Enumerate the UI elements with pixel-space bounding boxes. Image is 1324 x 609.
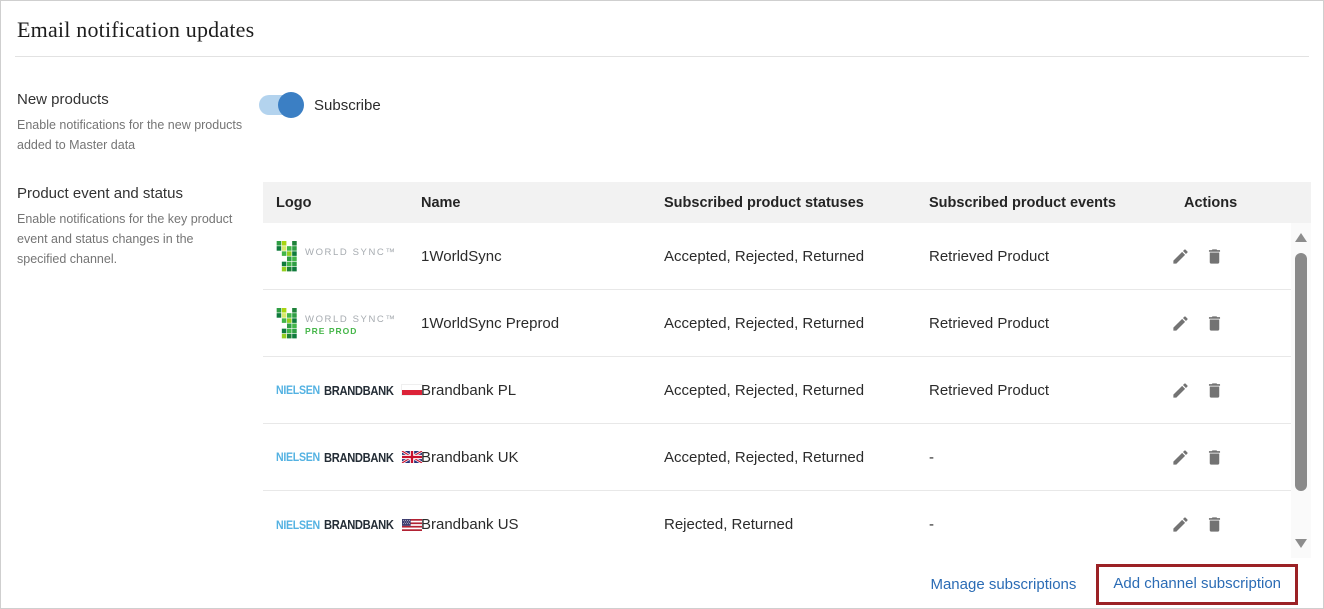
- scrollbar-thumb[interactable]: [1295, 253, 1307, 491]
- pencil-icon: [1171, 515, 1190, 534]
- section-description: Enable notifications for the key product…: [17, 209, 245, 269]
- section-heading: New products: [17, 91, 245, 108]
- edit-button[interactable]: [1171, 515, 1190, 534]
- pencil-icon: [1171, 381, 1190, 400]
- column-header-events: Subscribed product events: [916, 195, 1171, 211]
- actions-cell: [1171, 314, 1291, 333]
- section-product-event-status: Product event and status Enable notifica…: [17, 185, 245, 269]
- scroll-up-arrow-icon[interactable]: [1295, 233, 1307, 242]
- actions-cell: [1171, 515, 1291, 534]
- subscribed-events: -: [916, 516, 1171, 533]
- brandbank-logo-text: BRANDBANK: [324, 450, 394, 465]
- pencil-icon: [1171, 314, 1190, 333]
- channel-name: 1WorldSync: [408, 248, 651, 265]
- 1worldsync-logo-text: WORLD SYNC™: [305, 247, 397, 258]
- channel-name: Brandbank UK: [408, 449, 651, 466]
- pencil-icon: [1171, 247, 1190, 266]
- 1worldsync-logo-text: WORLD SYNC™: [305, 314, 397, 325]
- logo-cell: WORLD SYNC™ PRE PROD: [263, 308, 408, 339]
- edit-button[interactable]: [1171, 314, 1190, 333]
- channel-name: Brandbank US: [408, 516, 651, 533]
- nielsen-brandbank-logo: NIELSEN BRANDBANK: [276, 450, 423, 465]
- trash-icon: [1205, 314, 1224, 333]
- nielsen-brandbank-logo: NIELSEN BRANDBANK: [276, 517, 423, 532]
- subscribe-toggle[interactable]: [259, 95, 301, 115]
- actions-cell: [1171, 448, 1291, 467]
- table-row: WORLD SYNC™ PRE PROD 1WorldSync Preprod …: [263, 290, 1291, 357]
- 1worldsync-logo-sub: PRE PROD: [305, 326, 397, 336]
- manage-subscriptions-link[interactable]: Manage subscriptions: [930, 576, 1076, 593]
- subscribe-toggle-label: Subscribe: [314, 97, 381, 114]
- table-row: NIELSEN BRANDBANK Brandbank US Rejected,…: [263, 491, 1291, 558]
- logo-cell: WORLD SYNC™: [263, 241, 408, 272]
- table-row: NIELSEN BRANDBANK Brandbank UK Accepted,…: [263, 424, 1291, 491]
- channel-subscriptions-table: Logo Name Subscribed product statuses Su…: [263, 182, 1311, 558]
- add-channel-subscription-link[interactable]: Add channel subscription: [1113, 575, 1281, 592]
- subscribed-statuses: Accepted, Rejected, Returned: [651, 449, 916, 466]
- page-title: Email notification updates: [17, 17, 254, 43]
- logo-cell: NIELSEN BRANDBANK: [263, 517, 408, 532]
- column-header-actions: Actions: [1171, 195, 1311, 211]
- nielsen-logo-text: NIELSEN: [276, 383, 320, 397]
- 1worldsync-logo-text-wrap: WORLD SYNC™: [305, 241, 397, 258]
- trash-icon: [1205, 515, 1224, 534]
- delete-button[interactable]: [1205, 381, 1224, 400]
- actions-cell: [1171, 381, 1291, 400]
- delete-button[interactable]: [1205, 247, 1224, 266]
- edit-button[interactable]: [1171, 247, 1190, 266]
- delete-button[interactable]: [1205, 314, 1224, 333]
- column-header-name: Name: [408, 195, 651, 211]
- nielsen-logo-text: NIELSEN: [276, 450, 320, 464]
- brandbank-logo-text: BRANDBANK: [324, 383, 394, 398]
- table-footer-links: Manage subscriptions Add channel subscri…: [930, 564, 1298, 605]
- table-header: Logo Name Subscribed product statuses Su…: [263, 182, 1311, 223]
- table-row: NIELSEN BRANDBANK Brandbank PL Accepted,…: [263, 357, 1291, 424]
- logo-cell: NIELSEN BRANDBANK: [263, 450, 408, 465]
- title-divider: [15, 56, 1309, 57]
- column-header-logo: Logo: [263, 195, 408, 211]
- subscribed-events: -: [916, 449, 1171, 466]
- column-header-statuses: Subscribed product statuses: [651, 195, 916, 211]
- 1worldsync-logo: WORLD SYNC™: [276, 241, 397, 272]
- add-channel-subscription-highlight-box: Add channel subscription: [1096, 564, 1298, 605]
- subscribed-events: Retrieved Product: [916, 315, 1171, 332]
- section-heading: Product event and status: [17, 185, 245, 202]
- settings-sidebar: New products Enable notifications for th…: [17, 91, 245, 269]
- subscribed-events: Retrieved Product: [916, 382, 1171, 399]
- scroll-down-arrow-icon[interactable]: [1295, 539, 1307, 548]
- email-notification-settings-page: Email notification updates New products …: [0, 0, 1324, 609]
- 1worldsync-mosaic-icon: [276, 308, 298, 339]
- edit-button[interactable]: [1171, 448, 1190, 467]
- pencil-icon: [1171, 448, 1190, 467]
- brandbank-logo-text: BRANDBANK: [324, 517, 394, 532]
- actions-cell: [1171, 247, 1291, 266]
- trash-icon: [1205, 247, 1224, 266]
- 1worldsync-logo-text-wrap: WORLD SYNC™ PRE PROD: [305, 308, 397, 336]
- section-new-products: New products Enable notifications for th…: [17, 91, 245, 155]
- delete-button[interactable]: [1205, 448, 1224, 467]
- logo-cell: NIELSEN BRANDBANK: [263, 383, 408, 398]
- nielsen-brandbank-logo: NIELSEN BRANDBANK: [276, 383, 423, 398]
- subscribe-toggle-row: Subscribe: [259, 91, 381, 119]
- table-body-wrap: WORLD SYNC™ 1WorldSync Accepted, Rejecte…: [263, 223, 1311, 558]
- 1worldsync-preprod-logo: WORLD SYNC™ PRE PROD: [276, 308, 397, 339]
- toggle-knob: [278, 92, 304, 118]
- table-body: WORLD SYNC™ 1WorldSync Accepted, Rejecte…: [263, 223, 1291, 558]
- edit-button[interactable]: [1171, 381, 1190, 400]
- delete-button[interactable]: [1205, 515, 1224, 534]
- subscribed-statuses: Accepted, Rejected, Returned: [651, 382, 916, 399]
- subscribed-events: Retrieved Product: [916, 248, 1171, 265]
- subscribed-statuses: Accepted, Rejected, Returned: [651, 248, 916, 265]
- trash-icon: [1205, 448, 1224, 467]
- table-scrollbar[interactable]: [1291, 223, 1311, 558]
- table-row: WORLD SYNC™ 1WorldSync Accepted, Rejecte…: [263, 223, 1291, 290]
- channel-name: Brandbank PL: [408, 382, 651, 399]
- trash-icon: [1205, 381, 1224, 400]
- channel-name: 1WorldSync Preprod: [408, 315, 651, 332]
- 1worldsync-mosaic-icon: [276, 241, 298, 272]
- subscribed-statuses: Accepted, Rejected, Returned: [651, 315, 916, 332]
- subscribed-statuses: Rejected, Returned: [651, 516, 916, 533]
- nielsen-logo-text: NIELSEN: [276, 518, 320, 532]
- section-description: Enable notifications for the new product…: [17, 115, 245, 155]
